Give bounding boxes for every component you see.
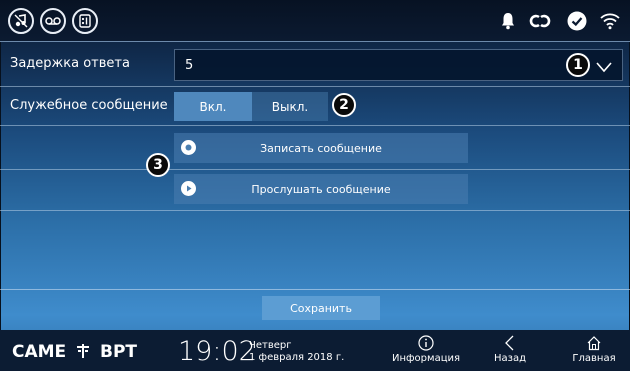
came-bpt-logo: CAME BPT [12, 342, 138, 362]
back-label: Назад [493, 353, 526, 364]
chevron-down-icon [596, 58, 612, 77]
empty-area [0, 211, 630, 290]
music-off-icon[interactable] [8, 8, 34, 34]
record-message-button[interactable]: Записать сообщение [174, 133, 468, 163]
info-icon [418, 335, 434, 351]
bottom-bar: CAME BPT 19:02 Четверг 1 февраля 2018 г.… [0, 330, 630, 371]
weekday: Четверг [249, 340, 292, 351]
intercom-icon[interactable] [72, 8, 98, 34]
bell-icon [500, 9, 516, 33]
callout-1: 1 [566, 53, 590, 77]
back-button[interactable]: Назад [480, 335, 540, 369]
check-icon [566, 9, 588, 33]
home-icon [587, 336, 601, 351]
top-bar [0, 0, 630, 42]
home-label: Главная [572, 353, 616, 364]
save-button[interactable]: Сохранить [262, 296, 380, 320]
callout-2: 2 [332, 93, 356, 117]
response-delay-label: Задержка ответа [10, 56, 130, 71]
response-delay-value: 5 [185, 58, 194, 73]
wifi-icon [597, 9, 623, 33]
service-message-off-button[interactable]: Выкл. [252, 92, 328, 121]
voicemail-icon[interactable] [40, 8, 66, 34]
callout-3: 3 [146, 153, 170, 177]
link-icon [528, 9, 552, 33]
date: 1 февраля 2018 г. [249, 352, 345, 363]
service-message-on-button[interactable]: Вкл. [174, 92, 252, 121]
response-delay-select[interactable]: 5 [174, 49, 623, 81]
play-message-label: Прослушать сообщение [251, 182, 391, 196]
info-label: Информация [391, 353, 461, 364]
play-icon [181, 181, 196, 196]
service-message-label: Служебное сообщение [10, 98, 168, 113]
record-message-label: Записать сообщение [260, 141, 382, 155]
home-button[interactable]: Главная [564, 335, 624, 369]
clock: 19:02 [178, 336, 256, 367]
record-icon [181, 140, 196, 155]
info-button[interactable]: Информация [390, 335, 462, 369]
back-icon [505, 335, 514, 351]
play-message-button[interactable]: Прослушать сообщение [174, 174, 468, 204]
